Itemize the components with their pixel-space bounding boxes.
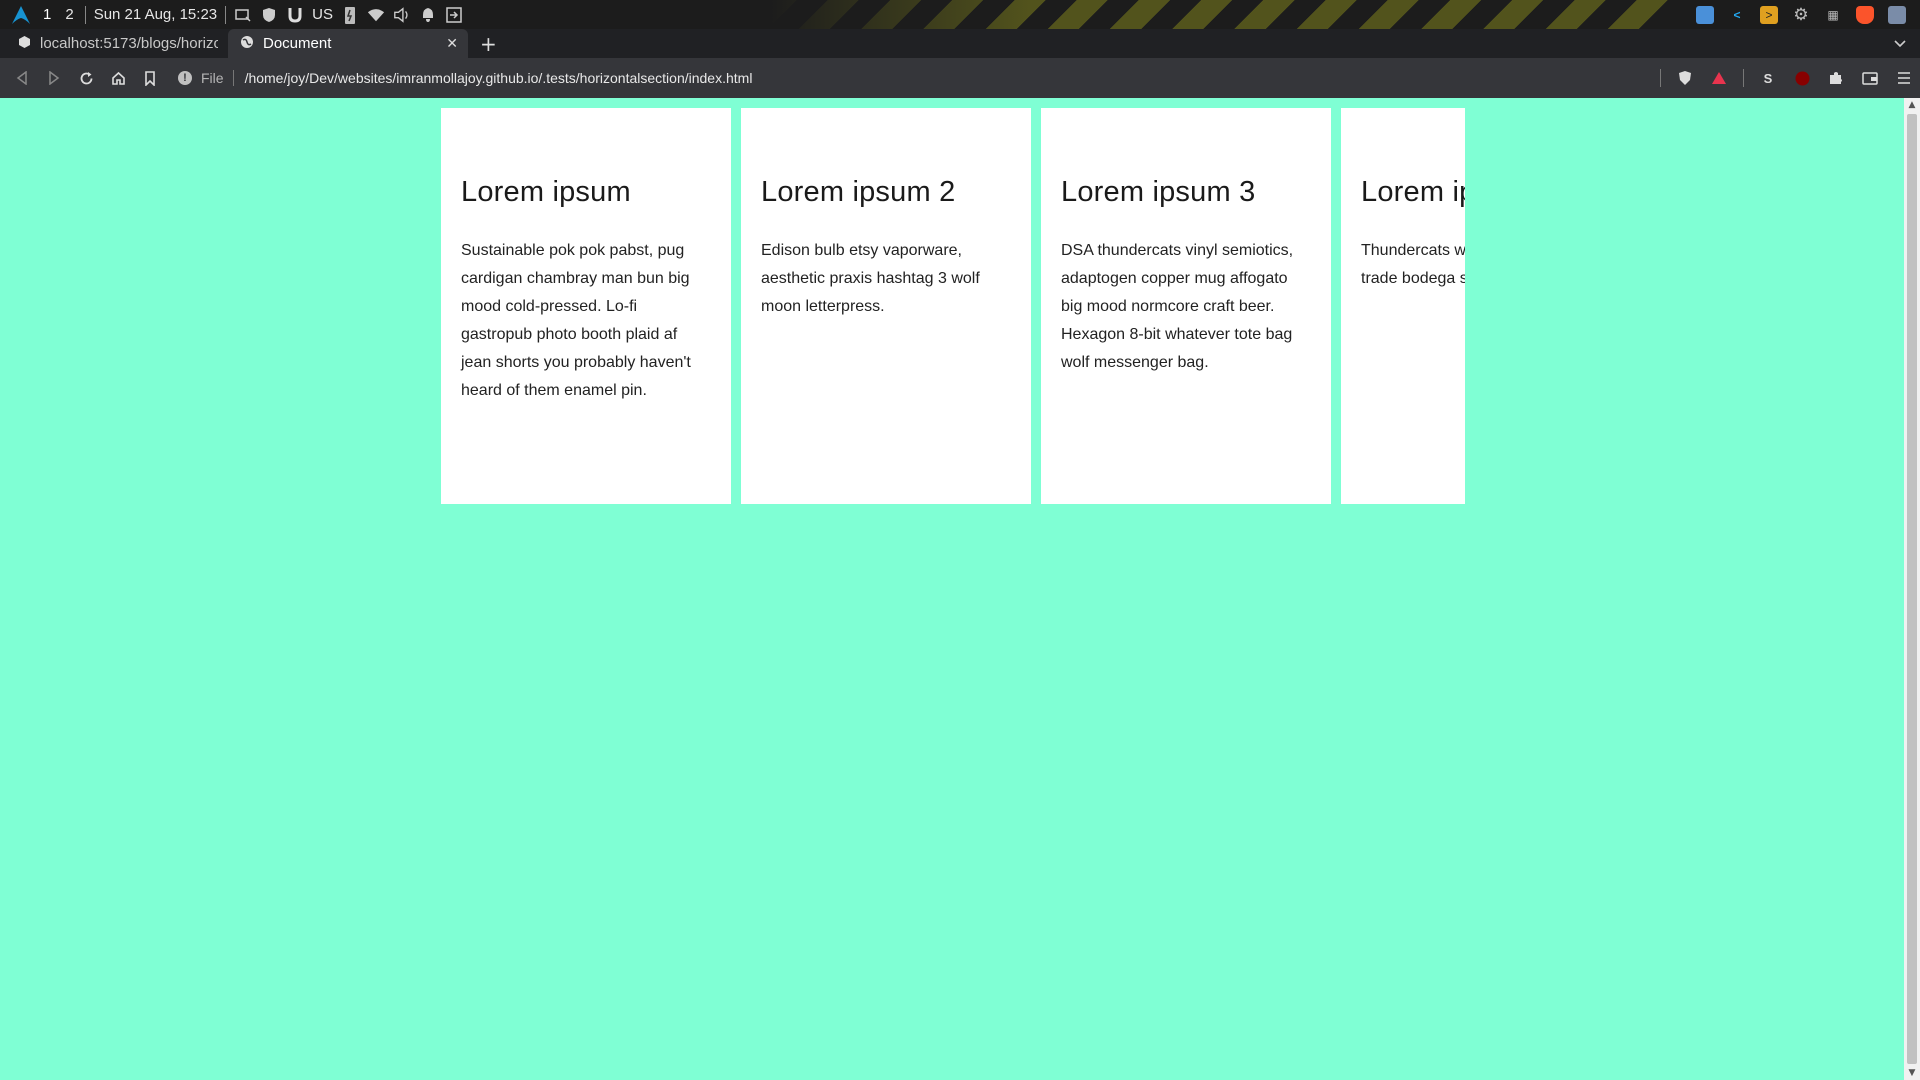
extensions-puzzle-icon[interactable] xyxy=(1826,68,1846,88)
extension-s-icon[interactable]: S xyxy=(1758,68,1778,88)
close-tab-icon[interactable]: ✕ xyxy=(446,35,458,52)
bookmark-button[interactable] xyxy=(134,62,166,94)
wifi-icon[interactable] xyxy=(367,6,385,24)
favicon-icon xyxy=(18,35,31,53)
card-title: Lorem ipsum 4 xyxy=(1361,176,1465,208)
card-title: Lorem ipsum 2 xyxy=(761,176,956,208)
volume-icon[interactable] xyxy=(393,6,411,24)
card: Lorem ipsum 2 Edison bulb etsy vaporware… xyxy=(741,108,1031,504)
scroll-up-arrow-icon[interactable]: ▲ xyxy=(1904,98,1920,112)
brave-shields-icon[interactable] xyxy=(1675,68,1695,88)
wallet-icon[interactable] xyxy=(1860,68,1880,88)
home-button[interactable] xyxy=(102,62,134,94)
card-text: Edison bulb etsy vaporware, aesthetic pr… xyxy=(761,242,980,315)
file-manager-icon[interactable] xyxy=(1696,5,1714,24)
scroll-down-arrow-icon[interactable]: ▼ xyxy=(1904,1066,1920,1080)
horizontal-section[interactable]: Lorem ipsum Sustainable pok pok pabst, p… xyxy=(441,108,1465,504)
brave-rewards-icon[interactable] xyxy=(1709,68,1729,88)
app-grid-icon[interactable]: ▦ xyxy=(1824,6,1842,24)
tab-localhost[interactable]: localhost:5173/blogs/horizontal xyxy=(0,29,228,58)
forward-button[interactable] xyxy=(38,62,70,94)
card: Lorem ipsum Sustainable pok pok pabst, p… xyxy=(441,108,731,504)
magnet-icon[interactable] xyxy=(286,6,304,24)
tab-document[interactable]: Document ✕ xyxy=(228,29,468,58)
screenshot-icon[interactable] xyxy=(234,6,252,24)
bell-icon[interactable] xyxy=(419,6,437,24)
page-viewport: Lorem ipsum Sustainable pok pok pabst, p… xyxy=(0,98,1920,1080)
battery-icon[interactable] xyxy=(341,6,359,24)
reload-button[interactable] xyxy=(70,62,102,94)
datetime[interactable]: Sun 21 Aug, 15:23 xyxy=(94,6,217,23)
card-text: Thundercats wolf moon direct trade bodeg… xyxy=(1361,242,1465,287)
url-scheme-label: File xyxy=(201,70,224,86)
url-text[interactable]: /home/joy/Dev/websites/imranmollajoy.git… xyxy=(245,70,753,86)
terminal-icon[interactable]: > xyxy=(1760,5,1778,24)
page-scrollbar[interactable]: ▲ ▼ xyxy=(1904,98,1920,1080)
tab-title: localhost:5173/blogs/horizontal xyxy=(40,35,218,52)
card-text: Sustainable pok pok pabst, pug cardigan … xyxy=(461,242,691,399)
card-title: Lorem ipsum 3 xyxy=(1061,176,1256,208)
site-info-icon[interactable]: ! xyxy=(178,71,192,85)
ublock-icon[interactable] xyxy=(1792,68,1812,88)
tab-strip: localhost:5173/blogs/horizontal Document… xyxy=(0,29,1920,58)
tab-search-chevron-icon[interactable] xyxy=(1894,29,1906,58)
workspace-2[interactable]: 2 xyxy=(62,6,76,23)
window-icon[interactable] xyxy=(1888,5,1906,24)
system-panel: 1 2 Sun 21 Aug, 15:23 US < > ⚙ ▦ xyxy=(0,0,1920,29)
workspace-1[interactable]: 1 xyxy=(40,6,54,23)
scrollbar-thumb[interactable] xyxy=(1907,114,1917,1064)
menu-icon[interactable] xyxy=(1894,68,1914,88)
settings-gear-icon[interactable]: ⚙ xyxy=(1792,5,1810,24)
browser-toolbar: ! File /home/joy/Dev/websites/imranmolla… xyxy=(0,58,1920,98)
logout-icon[interactable] xyxy=(445,6,463,24)
card: Lorem ipsum 3 DSA thundercats vinyl semi… xyxy=(1041,108,1331,504)
keyboard-layout[interactable]: US xyxy=(312,6,333,23)
tab-title: Document xyxy=(263,35,332,52)
back-button[interactable] xyxy=(6,62,38,94)
arch-logo-icon[interactable] xyxy=(10,4,32,26)
vscode-icon[interactable]: < xyxy=(1728,6,1746,24)
globe-icon xyxy=(240,35,254,53)
new-tab-button[interactable]: + xyxy=(480,29,497,58)
shield-icon[interactable] xyxy=(260,6,278,24)
card-title: Lorem ipsum xyxy=(461,176,631,208)
brave-icon[interactable] xyxy=(1856,5,1874,24)
address-bar[interactable]: ! File /home/joy/Dev/websites/imranmolla… xyxy=(178,63,1648,93)
card: Lorem ipsum 4 Thundercats wolf moon dire… xyxy=(1341,108,1465,504)
card-text: DSA thundercats vinyl semiotics, adaptog… xyxy=(1061,242,1294,371)
